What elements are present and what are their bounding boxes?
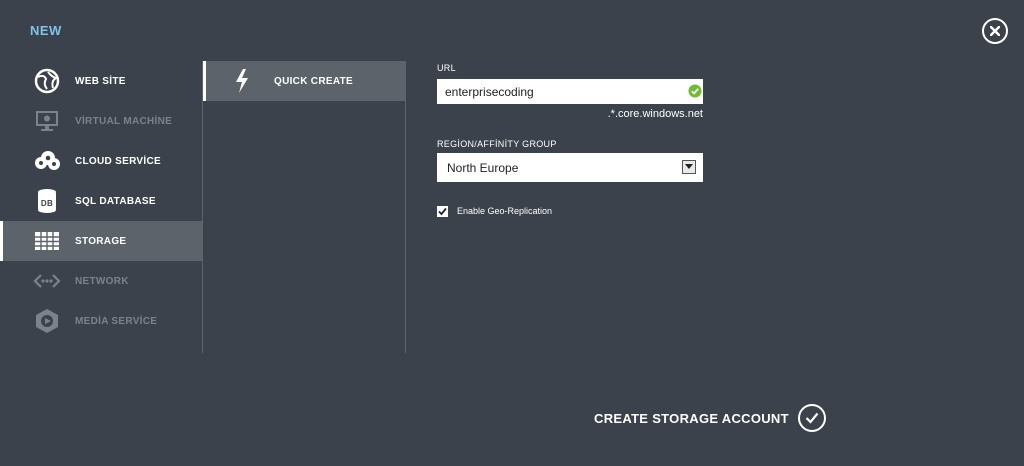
quick-create-label: QUICK CREATE bbox=[274, 75, 353, 87]
category-label: MEDİA SERVİCE bbox=[75, 315, 158, 327]
grid-table-icon bbox=[33, 228, 61, 254]
region-dropdown[interactable]: North Europe bbox=[437, 153, 703, 182]
region-selected-value: North Europe bbox=[447, 160, 519, 175]
category-label: CLOUD SERVİCE bbox=[75, 155, 161, 167]
category-cloud-service[interactable]: CLOUD SERVİCE bbox=[0, 141, 202, 181]
page-title: NEW bbox=[30, 23, 62, 38]
category-label: NETWORK bbox=[75, 275, 129, 287]
chevron-down-icon[interactable] bbox=[682, 160, 696, 174]
column-divider bbox=[202, 61, 203, 353]
checkmark-icon bbox=[438, 207, 447, 216]
network-icon bbox=[33, 268, 61, 294]
category-label: VİRTUAL MACHİNE bbox=[75, 115, 173, 127]
category-virtual-machine[interactable]: VİRTUAL MACHİNE bbox=[0, 101, 202, 141]
globe-icon bbox=[33, 68, 61, 94]
category-label: SQL DATABASE bbox=[75, 195, 156, 207]
create-storage-account-button[interactable]: CREATE STORAGE ACCOUNT bbox=[594, 404, 826, 432]
url-label: URL bbox=[437, 63, 456, 73]
close-button[interactable] bbox=[982, 18, 1008, 44]
url-input[interactable] bbox=[437, 79, 703, 104]
monitor-icon bbox=[33, 108, 61, 134]
category-storage[interactable]: STORAGE bbox=[0, 221, 202, 261]
category-sql-database[interactable]: DB SQL DATABASE bbox=[0, 181, 202, 221]
category-network[interactable]: NETWORK bbox=[0, 261, 202, 301]
database-icon: DB bbox=[33, 188, 61, 214]
close-icon bbox=[990, 26, 1000, 36]
column-divider bbox=[405, 61, 406, 353]
geo-replication-checkbox[interactable] bbox=[437, 206, 448, 217]
category-list: WEB SİTE VİRTUAL MACHİNE CLOUD SERVİCE D… bbox=[0, 61, 202, 341]
media-icon bbox=[33, 308, 61, 334]
geo-replication-label: Enable Geo-Replication bbox=[457, 206, 553, 216]
category-media-service[interactable]: MEDİA SERVİCE bbox=[0, 301, 202, 341]
create-label: CREATE STORAGE ACCOUNT bbox=[594, 410, 789, 426]
region-label: REGİON/AFFİNİTY GROUP bbox=[437, 139, 557, 149]
cloud-icon bbox=[33, 148, 61, 174]
category-web-site[interactable]: WEB SİTE bbox=[0, 61, 202, 101]
valid-check-icon bbox=[688, 84, 702, 98]
checkmark-circle-icon bbox=[797, 404, 826, 432]
url-suffix: .*.core.windows.net bbox=[607, 108, 703, 120]
quick-create-option[interactable]: QUICK CREATE bbox=[203, 61, 405, 101]
category-label: STORAGE bbox=[75, 235, 127, 247]
lightning-icon bbox=[234, 68, 254, 94]
category-label: WEB SİTE bbox=[75, 75, 126, 87]
svg-text:DB: DB bbox=[41, 199, 53, 208]
